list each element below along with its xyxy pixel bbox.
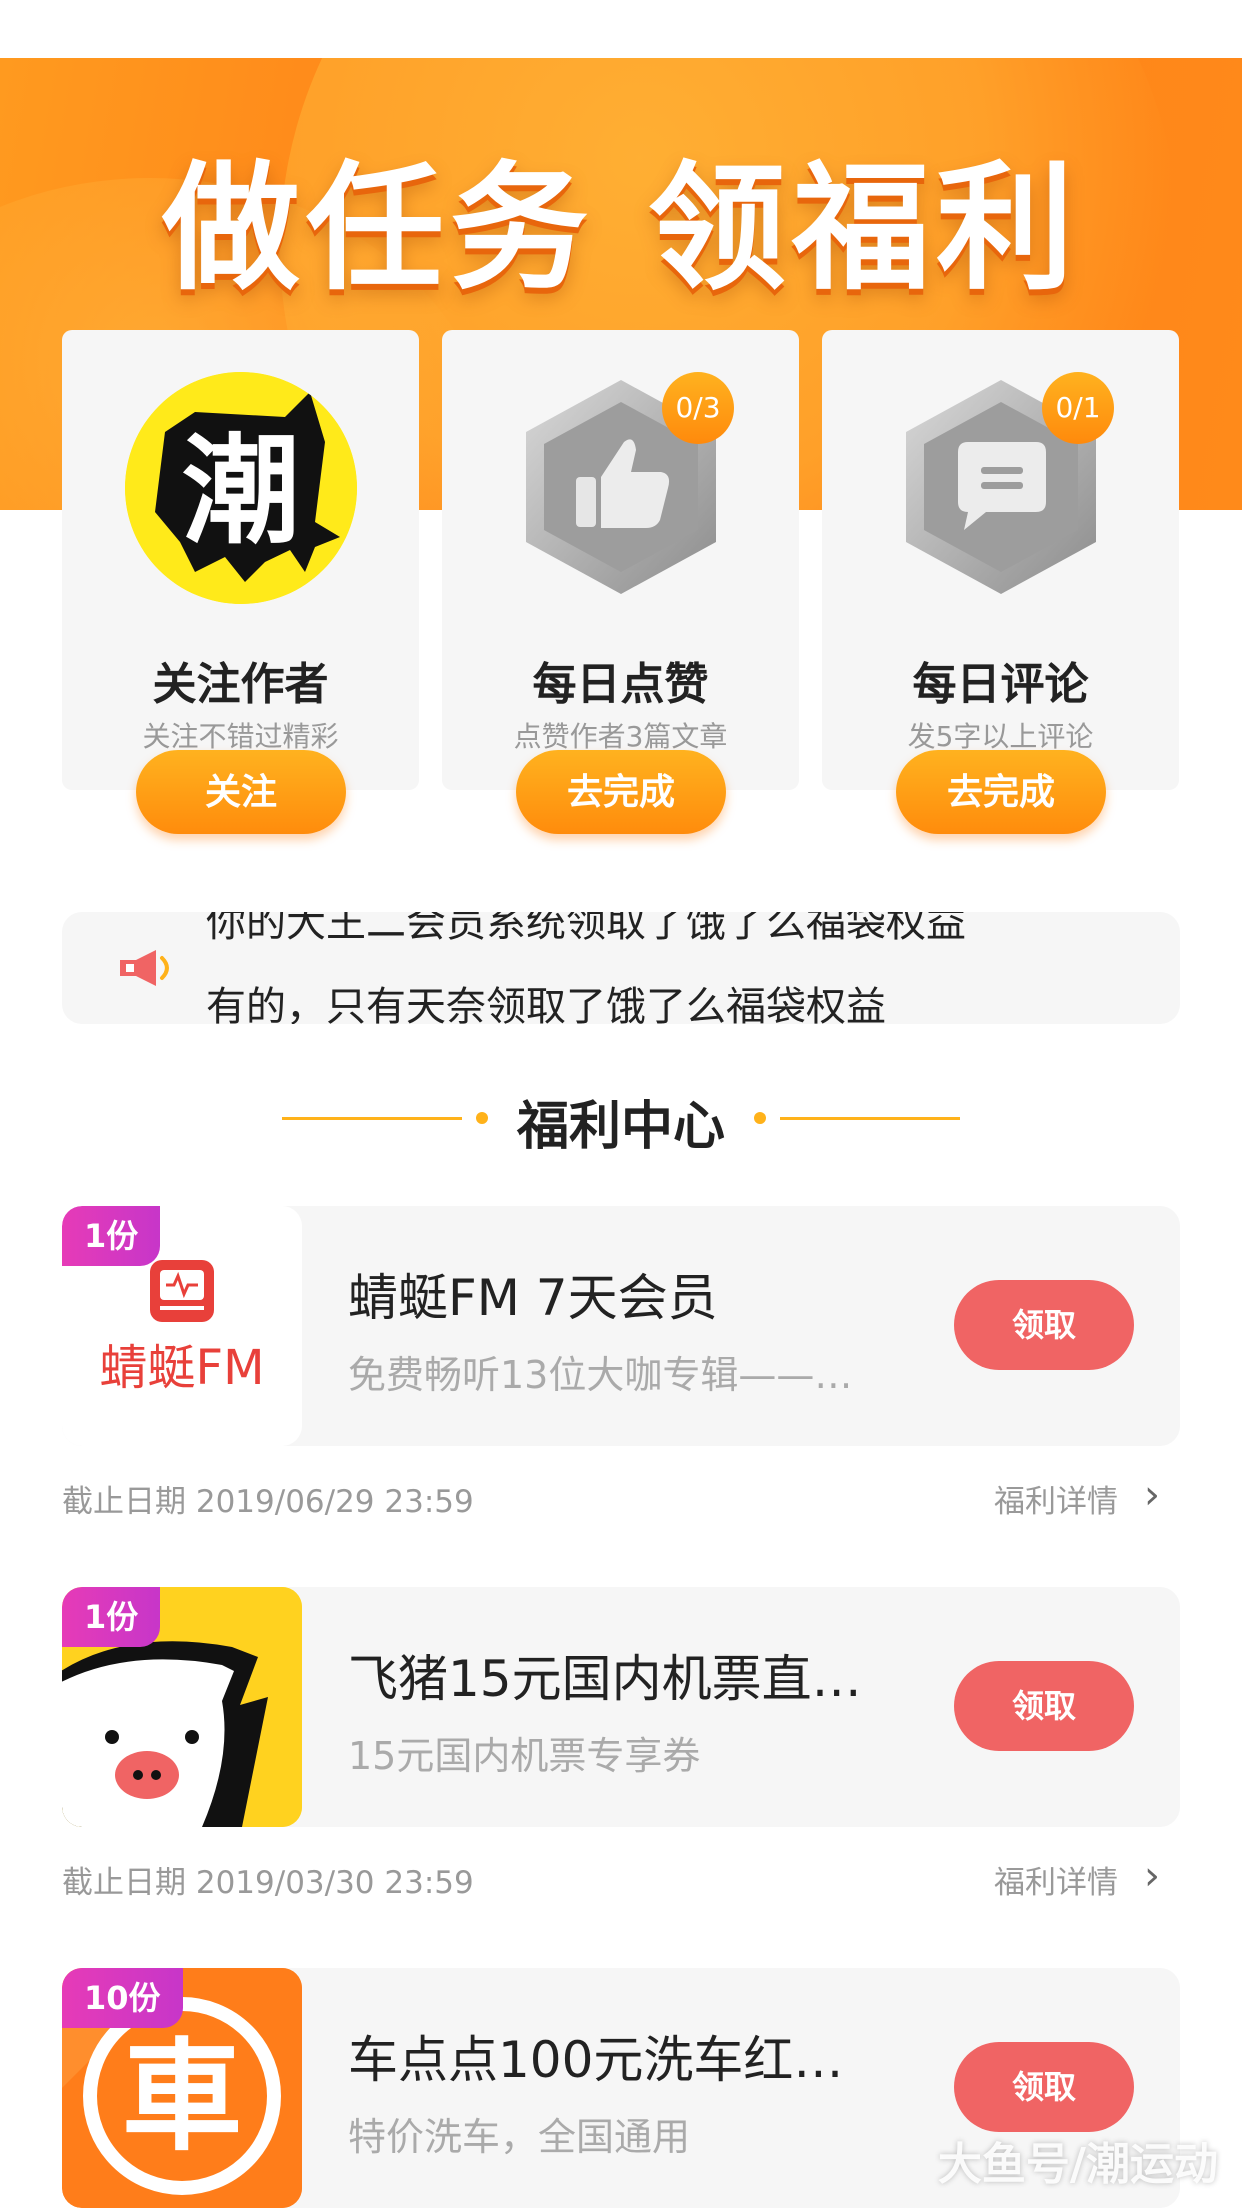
announcement-line: 有的，只有天奈领取了饿了么福袋权益 [206,984,886,1024]
welfare-subtitle: 特价洗车，全国通用 [348,2115,691,2159]
svg-text:蜻蜓FM: 蜻蜓FM [99,1340,264,1396]
task-subtitle: 关注不错过精彩 [142,720,339,753]
task-subtitle: 点赞作者3篇文章 [513,720,728,753]
task-card-like: 每日点赞 点赞作者3篇文章 [442,330,799,790]
claim-button[interactable]: 领取 [954,1280,1134,1370]
heading-divider [780,1117,960,1120]
welfare-item[interactable]: 蜻蜓FM 1份 蜻蜓FM 7天会员 免费畅听13位大咖专辑——… 领取 [62,1206,1180,1446]
welfare-meta: 截止日期 2019/06/29 23:59 福利详情 › [62,1472,1180,1526]
quantity-badge: 1份 [62,1206,161,1266]
megaphone-icon [120,950,169,986]
deadline-text: 截止日期 2019/03/30 23:59 [62,1865,474,1901]
author-logo-icon: 潮 [124,372,357,604]
svg-text:車: 車 [122,2028,242,2167]
section-heading: 福利中心 [0,1078,1242,1158]
quantity-badge: 10份 [62,1968,183,2028]
follow-button[interactable]: 关注 [136,750,346,834]
deadline-text: 截止日期 2019/06/29 23:59 [62,1484,474,1520]
task-title: 每日评论 [912,659,1089,710]
comment-task-button[interactable]: 去完成 [896,750,1106,834]
welfare-meta: 截止日期 2019/03/30 23:59 福利详情 › [62,1853,1180,1907]
author-avatar[interactable]: 潮 [124,372,357,604]
svg-text:潮: 潮 [181,422,299,560]
welfare-title: 蜻蜓FM 7天会员 [348,1269,718,1327]
like-task-button[interactable]: 去完成 [516,750,726,834]
like-progress-badge: 0/3 [662,372,734,444]
announcement-bar[interactable]: 你的大王二会员系统领取了饿了么福袋权益 有的，只有天奈领取了饿了么福袋权益 [62,912,1180,1024]
banner-title: 做任务 领福利 [161,148,1081,309]
welfare-detail-link[interactable]: 福利详情 [994,1476,1118,1521]
watermark: 大鱼号/潮运动 [937,2139,1218,2190]
task-title: 关注作者 [152,659,329,710]
claim-button[interactable]: 领取 [954,1661,1134,1751]
section-title: 福利中心 [516,1097,725,1157]
chevron-right-icon[interactable]: › [1144,1853,1160,1899]
comment-progress-badge: 0/1 [1042,372,1114,444]
task-card-comment: 每日评论 发5字以上评论 [822,330,1179,790]
heading-dot [754,1112,766,1124]
welfare-title: 车点点100元洗车红… [348,2031,844,2089]
chevron-right-icon[interactable]: › [1144,1472,1160,1518]
announcement-line: 你的大王二会员系统领取了饿了么福袋权益 [206,912,966,946]
quantity-badge: 1份 [62,1587,161,1647]
welfare-item[interactable]: 1份 飞猪15元国内机票直… 15元国内机票专享券 领取 [62,1587,1180,1827]
welfare-detail-link[interactable]: 福利详情 [994,1857,1118,1902]
claim-button[interactable]: 领取 [954,2042,1134,2132]
task-subtitle: 发5字以上评论 [907,720,1094,753]
task-title: 每日点赞 [532,659,709,710]
task-card-follow: 潮 关注作者 关注不错过精彩 [62,330,419,790]
welfare-title: 飞猪15元国内机票直… [348,1650,862,1708]
welfare-subtitle: 15元国内机票专享券 [348,1734,701,1778]
welfare-subtitle: 免费畅听13位大咖专辑——… [348,1353,853,1397]
